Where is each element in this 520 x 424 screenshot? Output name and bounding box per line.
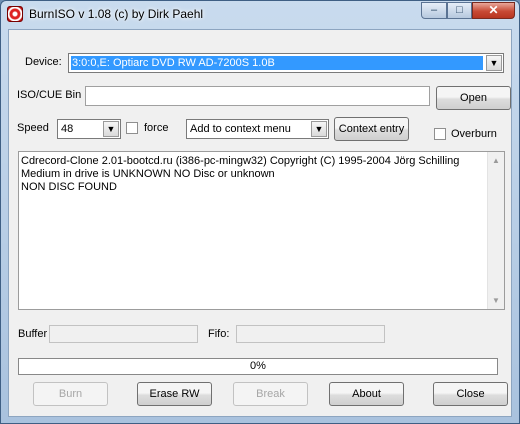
- buffer-label: Buffer: [18, 328, 48, 340]
- log-line: NON DISC FOUND: [21, 181, 117, 193]
- iso-path-input[interactable]: [85, 86, 430, 106]
- device-select[interactable]: 3:0:0,E: Optiarc DVD RW AD-7200S 1.0B ▼: [68, 53, 504, 73]
- force-label: force: [144, 122, 169, 134]
- buffer-field: [49, 325, 198, 343]
- chevron-down-icon[interactable]: ▼: [486, 55, 502, 71]
- device-selected-value: 3:0:0,E: Optiarc DVD RW AD-7200S 1.0B: [71, 56, 483, 70]
- fifo-label: Fifo:: [208, 328, 230, 340]
- window-close-button[interactable]: ✕: [472, 2, 515, 19]
- app-burn-icon[interactable]: [7, 6, 23, 22]
- scroll-up-icon[interactable]: ▲: [488, 152, 504, 169]
- speed-selected-value: 48: [61, 123, 74, 135]
- overburn-checkbox[interactable]: [434, 128, 446, 140]
- device-label: Device:: [25, 56, 62, 68]
- about-button[interactable]: About: [329, 382, 404, 406]
- scroll-down-icon[interactable]: ▼: [488, 292, 504, 309]
- speed-select[interactable]: 48 ▼: [57, 119, 121, 139]
- iso-label: ISO/CUE Bin: [17, 89, 82, 101]
- app-window: BurnISO v 1.08 (c) by Dirk Paehl – □ ✕ D…: [0, 0, 520, 424]
- progress-text: 0%: [250, 360, 266, 372]
- log-lines: Cdrecord-Clone 2.01-bootcd.ru (i386-pc-m…: [21, 155, 486, 194]
- context-menu-select[interactable]: Add to context menu ▼: [186, 119, 329, 139]
- progress-bar: 0%: [18, 358, 498, 375]
- title-bar[interactable]: BurnISO v 1.08 (c) by Dirk Paehl – □ ✕: [1, 1, 519, 27]
- close-button[interactable]: Close: [433, 382, 508, 406]
- chevron-down-icon[interactable]: ▼: [311, 121, 327, 137]
- log-output[interactable]: Cdrecord-Clone 2.01-bootcd.ru (i386-pc-m…: [18, 151, 505, 310]
- context-selected-value: Add to context menu: [190, 123, 291, 135]
- chevron-down-icon[interactable]: ▼: [103, 121, 119, 137]
- break-button[interactable]: Break: [233, 382, 308, 406]
- maximize-button[interactable]: □: [447, 2, 472, 19]
- fifo-field: [236, 325, 385, 343]
- dialog-body: Device: 3:0:0,E: Optiarc DVD RW AD-7200S…: [8, 29, 512, 417]
- speed-label: Speed: [17, 122, 49, 134]
- burn-button[interactable]: Burn: [33, 382, 108, 406]
- force-checkbox[interactable]: [126, 122, 138, 134]
- log-line: Cdrecord-Clone 2.01-bootcd.ru (i386-pc-m…: [21, 155, 460, 167]
- context-entry-button[interactable]: Context entry: [334, 117, 409, 141]
- window-title: BurnISO v 1.08 (c) by Dirk Paehl: [29, 7, 204, 21]
- vertical-scrollbar[interactable]: ▲ ▼: [487, 152, 504, 309]
- minimize-button[interactable]: –: [421, 2, 447, 19]
- overburn-label: Overburn: [451, 128, 497, 140]
- open-button[interactable]: Open: [436, 86, 511, 110]
- log-line: Medium in drive is UNKNOWN NO Disc or un…: [21, 168, 275, 180]
- erase-rw-button[interactable]: Erase RW: [137, 382, 212, 406]
